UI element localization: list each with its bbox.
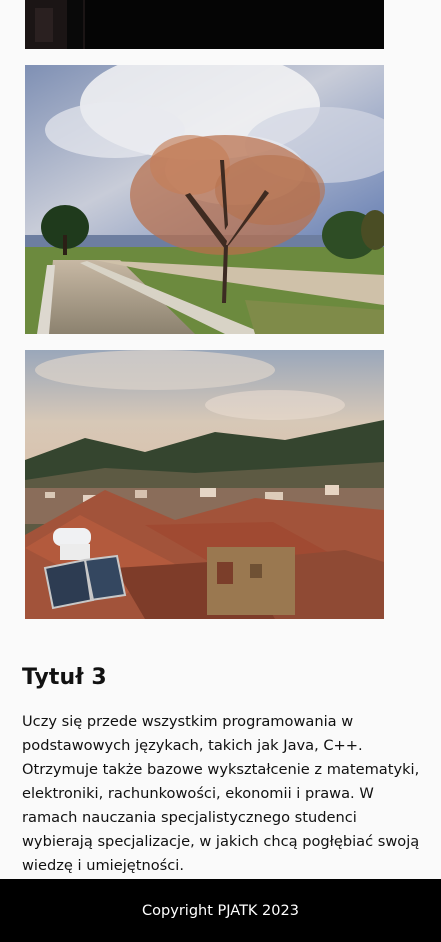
photo-village-rooftops	[25, 350, 384, 619]
footer: Copyright PJATK 2023	[0, 879, 441, 942]
page: Tytuł 3 Uczy się przede wszystkim progra…	[0, 0, 441, 942]
photo-dark-top	[25, 0, 384, 49]
article-title: Tytuł 3	[22, 665, 107, 690]
footer-copyright: Copyright PJATK 2023	[142, 902, 299, 919]
article-paragraph: Uczy się przede wszystkim programowania …	[22, 713, 420, 874]
photo-tree-park	[25, 65, 384, 334]
